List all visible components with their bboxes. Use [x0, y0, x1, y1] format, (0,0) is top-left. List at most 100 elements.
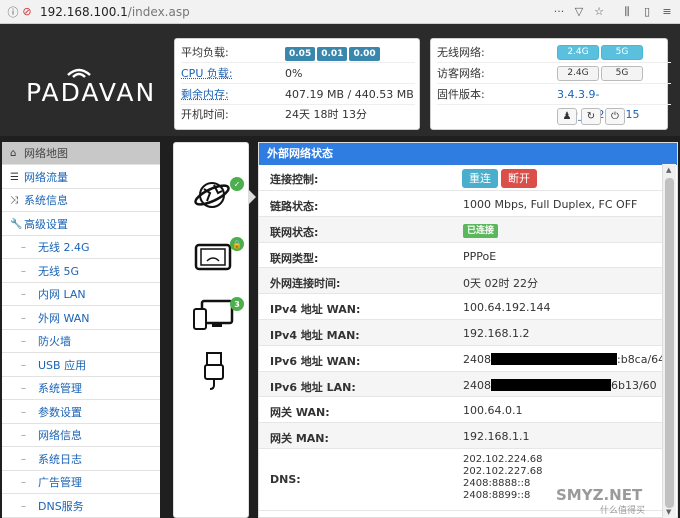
menu-item-9[interactable]: – USB 应用 [2, 354, 160, 377]
menu-item-label: 网络信息 [38, 429, 82, 442]
library-icon[interactable]: ⫼ [620, 5, 634, 19]
shuffle-icon: ⤨ [10, 195, 18, 206]
menu-item-7[interactable]: – 外网 WAN [2, 307, 160, 330]
more-icon[interactable]: ··· [552, 5, 566, 19]
menu-item-5[interactable]: – 无线 5G [2, 260, 160, 283]
wan-row-6: IPv6 地址 WAN: 2408:8:b8ca/64 [259, 346, 666, 372]
menu-item-label: 外网 WAN [38, 311, 90, 325]
wan-row-3: 外网连接时间: 0天 02时 22分 [259, 268, 663, 295]
system-info-panel: 平均负载: 0.05 0.01 0.00 CPU 负载: 0% 剩余内存: 407.… [174, 38, 420, 130]
wan-row-value: 100.64.0.1 [463, 404, 523, 418]
memory-link[interactable]: 剩余内存: [181, 85, 229, 105]
selected-indicator [249, 190, 256, 204]
menu-item-label: 系统信息 [24, 194, 68, 207]
wan-row-label: IPv6 地址 LAN: [270, 380, 356, 394]
menu-item-label: 内网 LAN [38, 288, 86, 301]
star-icon[interactable]: ☆ [592, 5, 606, 19]
menu-item-10[interactable]: – 系统管理 [2, 377, 160, 400]
status-icon-column: ✓ 🔒 3 [173, 142, 249, 518]
ipv6-suffix: 6b13/60 [611, 378, 657, 392]
power-icon[interactable]: ⏻ [605, 108, 625, 125]
usb-icon[interactable] [192, 349, 236, 393]
dns-server: 2408:8888::8 [463, 478, 531, 489]
wan-row-2: 联网类型: PPPoE [259, 243, 663, 269]
wireless-row: 无线网络: 2.4G 5G [437, 43, 671, 63]
wan-row-8: 网关 WAN: 100.64.0.1 [259, 397, 663, 424]
scroll-up-icon[interactable]: ▲ [666, 166, 671, 174]
reconnect-button[interactable]: 重连 [462, 169, 498, 188]
wan-row-7: IPv6 地址 LAN: 2408:8 6b13/60 [259, 371, 663, 398]
menu-item-0[interactable]: ⌂ 网络地图 [2, 142, 160, 165]
menu-item-6[interactable]: – 内网 LAN [2, 283, 160, 306]
menu-item-1[interactable]: ☰ 网络流量 [2, 165, 160, 189]
wan-row-value: PPPoE [463, 249, 497, 263]
wan-row-value: 192.168.1.2 [463, 327, 530, 340]
ipv6-suffix: :b8ca/64 [617, 352, 666, 366]
menu-item-8[interactable]: – 防火墙 [2, 330, 160, 353]
bullet-icon: – [21, 406, 26, 418]
scroll-thumb[interactable] [665, 178, 674, 508]
user-icon[interactable]: ♟ [557, 108, 577, 125]
wan-row-label: IPv4 地址 WAN: [270, 303, 361, 317]
bullet-icon: – [21, 453, 26, 465]
list-icon: ☰ [10, 171, 19, 183]
load-badge-5: 0.01 [317, 47, 348, 61]
load-badge-15: 0.00 [349, 47, 380, 61]
menu-item-14[interactable]: – 广告管理 [2, 471, 160, 494]
scrollbar[interactable]: ▲ ▼ [662, 164, 676, 518]
address-bar[interactable]: 192.168.100.1/index.asp [40, 5, 190, 19]
menu-item-label: 广告管理 [38, 476, 82, 489]
bullet-icon: – [21, 430, 26, 441]
wan-row-1: 联网状态: 已连接 [259, 216, 663, 243]
menu-item-label: 系统日志 [38, 452, 82, 466]
wireless-24g-button[interactable]: 2.4G [557, 45, 599, 60]
menu-item-13[interactable]: – 系统日志 [2, 448, 160, 471]
wan-row-value: 0天 02时 22分 [463, 277, 538, 291]
guest-5g-button[interactable]: 5G [601, 66, 643, 81]
menu-icon[interactable]: ≡ [660, 5, 674, 19]
menu-item-label: 系统管理 [38, 382, 82, 395]
pocket-icon[interactable]: ▽ [572, 5, 586, 19]
guest-24g-button[interactable]: 2.4G [557, 66, 599, 81]
scroll-down-icon[interactable]: ▼ [666, 508, 671, 516]
internet-globe-icon[interactable] [192, 173, 236, 217]
wan-row-label: 网关 MAN: [270, 432, 329, 446]
bullet-icon: – [21, 359, 26, 371]
redacted-block [491, 378, 611, 391]
bullet-icon: – [21, 383, 26, 394]
menu-item-2[interactable]: ⤨ 系统信息 [2, 189, 160, 212]
wan-status-panel: 外部网络状态 连接控制: 重连 断开 链路状态: 1000 Mbps, Full … [258, 142, 678, 518]
menu-item-label: 参数设置 [38, 405, 82, 419]
insecure-lock-icon[interactable]: ⊘ [20, 5, 34, 19]
wan-row-5: IPv4 地址 MAN: 192.168.1.2 [259, 320, 663, 346]
cpu-load-link[interactable]: CPU 负载: [181, 64, 233, 84]
bullet-icon: – [21, 265, 26, 277]
menu-item-label: DNS服务 [38, 499, 84, 513]
sidebar-icon[interactable]: ▯ [640, 5, 654, 19]
bullet-icon: – [21, 312, 26, 324]
brand-logo: PADAVAN [26, 78, 157, 107]
redacted-block [491, 352, 617, 365]
menu-item-label: USB 应用 [38, 358, 87, 372]
wan-row-9: 网关 MAN: 192.168.1.1 [259, 423, 663, 449]
wan-row-value: 1000 Mbps, Full Duplex, FC OFF [463, 198, 638, 211]
router-header: PADAVAN 平均负载: 0.05 0.01 0.00 CPU 负载: 0% 剩余… [0, 24, 680, 136]
browser-toolbar: ⓘ ⊘ 192.168.100.1/index.asp ··· ▽ ☆ ⫼ ▯ … [0, 0, 680, 24]
refresh-icon[interactable]: ↻ [581, 108, 601, 125]
info-icon[interactable]: ⓘ [6, 5, 20, 19]
wireless-5g-button[interactable]: 5G [601, 45, 643, 60]
cpu-row: CPU 负载: 0% [181, 64, 415, 84]
disconnect-button[interactable]: 断开 [501, 169, 537, 188]
wireless-secure-icon: 🔒 [230, 237, 244, 251]
menu-item-3[interactable]: 🔧 高级设置 [2, 212, 160, 236]
bullet-icon: – [21, 477, 26, 488]
menu-item-4[interactable]: – 无线 2.4G [2, 236, 160, 259]
menu-item-15[interactable]: – DNS服务 [2, 495, 160, 518]
menu-item-12[interactable]: – 网络信息 [2, 424, 160, 447]
uptime-row: 开机时间: 24天 18时 13分 [181, 108, 367, 121]
bullet-icon: – [21, 242, 26, 253]
menu-item-11[interactable]: – 参数设置 [2, 401, 160, 424]
wan-row-label: 网关 WAN: [270, 406, 330, 420]
menu-item-label: 网络流量 [24, 170, 68, 184]
bullet-icon: – [21, 289, 26, 300]
